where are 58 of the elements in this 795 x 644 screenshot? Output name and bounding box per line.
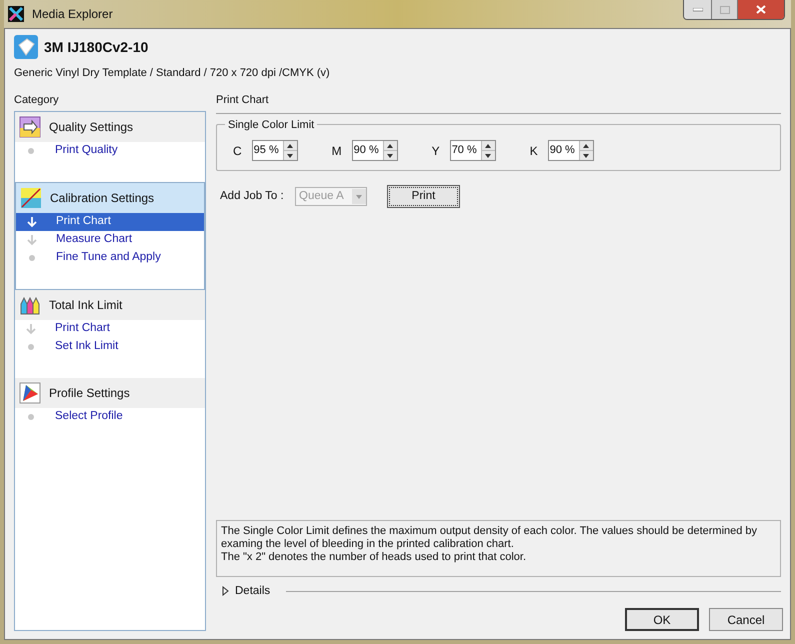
channel-label: K xyxy=(530,142,538,160)
down-arrow-icon xyxy=(25,323,37,335)
minimize-icon xyxy=(692,8,702,12)
spin-down-icon[interactable] xyxy=(580,151,593,160)
down-arrow-icon xyxy=(26,216,38,228)
spin-down-icon[interactable] xyxy=(284,151,297,160)
spin-down-icon[interactable] xyxy=(384,151,397,160)
category-item[interactable]: Select Profile xyxy=(15,408,205,426)
category-header[interactable]: Calibration Settings xyxy=(16,183,204,213)
bullet-icon xyxy=(28,344,34,350)
category-item[interactable]: Print Quality xyxy=(15,142,205,160)
sidebar-heading: Category xyxy=(14,92,60,108)
group-title: Single Color Limit xyxy=(225,117,318,134)
maximize-button[interactable] xyxy=(712,0,738,19)
media-description: Generic Vinyl Dry Template / Standard / 720 x 720 dpi /CMYK (v) xyxy=(14,66,331,81)
percent-spinner[interactable]: 70 % xyxy=(450,140,496,161)
category-item[interactable]: Print Chart xyxy=(16,213,204,231)
category-header[interactable]: Total Ink Limit xyxy=(15,290,205,320)
description-text: The Single Color Limit defines the maximum output density of each color. The values should be determined by examing the level of bleeding in the printed calibration chart. xyxy=(221,524,758,551)
color-gamut-icon xyxy=(19,382,41,404)
spin-down-icon[interactable] xyxy=(482,151,495,160)
details-toggle[interactable]: Details xyxy=(235,582,270,600)
spin-up-icon[interactable] xyxy=(384,141,397,151)
media-name: 3M IJ180Cv2-10 xyxy=(44,38,148,56)
category-item[interactable]: Fine Tune and Apply xyxy=(16,249,204,267)
close-icon xyxy=(756,5,766,14)
bullet-icon xyxy=(28,148,34,154)
category-item[interactable]: Print Chart xyxy=(15,320,205,338)
category-item[interactable]: Measure Chart xyxy=(16,231,204,249)
category-item[interactable]: Set Ink Limit xyxy=(15,338,205,356)
calibration-chart-icon xyxy=(20,187,42,209)
spin-up-icon[interactable] xyxy=(284,141,297,151)
print-button[interactable]: Print xyxy=(387,185,460,208)
close-button[interactable] xyxy=(738,0,784,19)
add-job-label: Add Job To : xyxy=(220,188,285,204)
bullet-icon xyxy=(28,414,34,420)
minimize-button[interactable] xyxy=(684,0,712,19)
window-title: Media Explorer xyxy=(32,6,113,23)
category-header[interactable]: Quality Settings xyxy=(15,112,205,142)
dialog-button[interactable]: Cancel xyxy=(709,608,783,631)
bullet-icon xyxy=(29,255,35,261)
percent-spinner[interactable]: 90 % xyxy=(352,140,398,161)
app-logo-icon xyxy=(8,6,24,22)
expand-right-icon[interactable] xyxy=(222,586,229,596)
channel-label: C xyxy=(233,142,242,160)
dropdown-caret-icon xyxy=(352,189,366,204)
channel-label: Y xyxy=(432,142,440,160)
description-text: The "x 2" denotes the number of heads used to print that color. xyxy=(221,550,527,564)
category-header[interactable]: Profile Settings xyxy=(15,378,205,408)
spin-up-icon[interactable] xyxy=(580,141,593,151)
down-arrow-icon xyxy=(26,234,38,246)
dialog-button[interactable]: OK xyxy=(625,608,699,631)
percent-spinner[interactable]: 95 % xyxy=(252,140,298,161)
maximize-icon xyxy=(720,6,730,14)
section-heading: Print Chart xyxy=(216,92,270,108)
channel-label: M xyxy=(332,142,342,160)
percent-spinner[interactable]: 90 % xyxy=(548,140,594,161)
spin-up-icon[interactable] xyxy=(482,141,495,151)
